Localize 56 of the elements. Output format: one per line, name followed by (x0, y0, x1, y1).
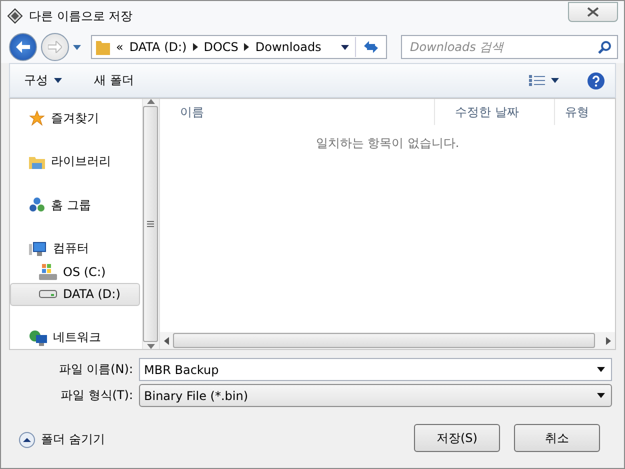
drive-icon (39, 290, 57, 298)
chevron-icon (244, 43, 250, 51)
sidebar-item[interactable]: 네트워크 (10, 326, 140, 350)
network-icon (29, 330, 47, 346)
sidebar-item[interactable]: 즐겨찾기 (10, 107, 140, 130)
sidebar-item[interactable]: DATA (D:) (10, 282, 140, 306)
back-button[interactable] (9, 33, 37, 61)
close-icon (587, 7, 599, 17)
hide-folders-button[interactable]: 폴더 숨기기 (19, 431, 105, 448)
drive-icon (39, 264, 57, 280)
file-type-dropdown[interactable]: Binary File (*.bin) (139, 384, 612, 407)
toolbar-button[interactable]: 새 폴더 (90, 70, 138, 91)
grip-icon (147, 221, 154, 227)
forward-button[interactable] (41, 33, 69, 61)
dialog-button[interactable]: 저장(S) (414, 424, 500, 452)
app-icon (7, 8, 23, 24)
address-bar[interactable]: « DATA (D:) DOCS Downloads (91, 35, 387, 59)
toolbar-button[interactable]: 구성 (20, 70, 66, 91)
folder-icon (96, 39, 110, 55)
search-field[interactable]: Downloads 검색 (401, 35, 618, 59)
vertical-scrollbar[interactable] (142, 99, 159, 349)
caret-icon (597, 367, 605, 372)
computer-icon (29, 240, 47, 257)
help-icon[interactable] (587, 72, 605, 90)
star-icon (29, 110, 45, 126)
scroll-left-icon[interactable] (164, 336, 169, 344)
caret-icon (597, 393, 605, 398)
window-title: 다른 이름으로 저장 (29, 8, 134, 24)
sidebar-item[interactable]: OS (C:) (10, 260, 140, 283)
search-icon (598, 40, 612, 54)
empty-message: 일치하는 항목이 없습니다. (316, 135, 460, 152)
sidebar-item[interactable]: 홈 그룹 (10, 194, 140, 217)
back-arrow-icon (16, 41, 30, 53)
collapse-icon (19, 432, 35, 448)
sidebar-item[interactable]: 라이브러리 (10, 150, 140, 174)
field-label: 파일 이름(N): (58, 361, 133, 378)
caret-icon (73, 44, 81, 50)
close-button[interactable] (568, 2, 618, 22)
caret-icon (551, 78, 559, 83)
caret-icon (146, 344, 155, 349)
horizontal-scrollbar[interactable] (160, 332, 615, 349)
breadcrumb-item[interactable]: Downloads (255, 40, 322, 54)
scroll-right-icon[interactable] (606, 336, 611, 344)
breadcrumb-item[interactable]: DATA (D:) (129, 40, 187, 54)
folder-icon (29, 154, 45, 169)
caret-icon (341, 44, 349, 50)
forward-arrow-icon (48, 41, 62, 53)
breadcrumb-overflow[interactable]: « (116, 40, 124, 54)
list-view-icon (529, 74, 545, 86)
homegroup-icon (29, 197, 45, 214)
field-label: 파일 형식(T): (59, 387, 133, 404)
chevron-icon (192, 43, 198, 51)
dialog-button[interactable]: 취소 (514, 424, 600, 452)
sidebar-item[interactable]: 컴퓨터 (10, 237, 140, 260)
file-name-field[interactable]: MBR Backup (139, 358, 612, 381)
breadcrumb-item[interactable]: DOCS (204, 40, 238, 54)
